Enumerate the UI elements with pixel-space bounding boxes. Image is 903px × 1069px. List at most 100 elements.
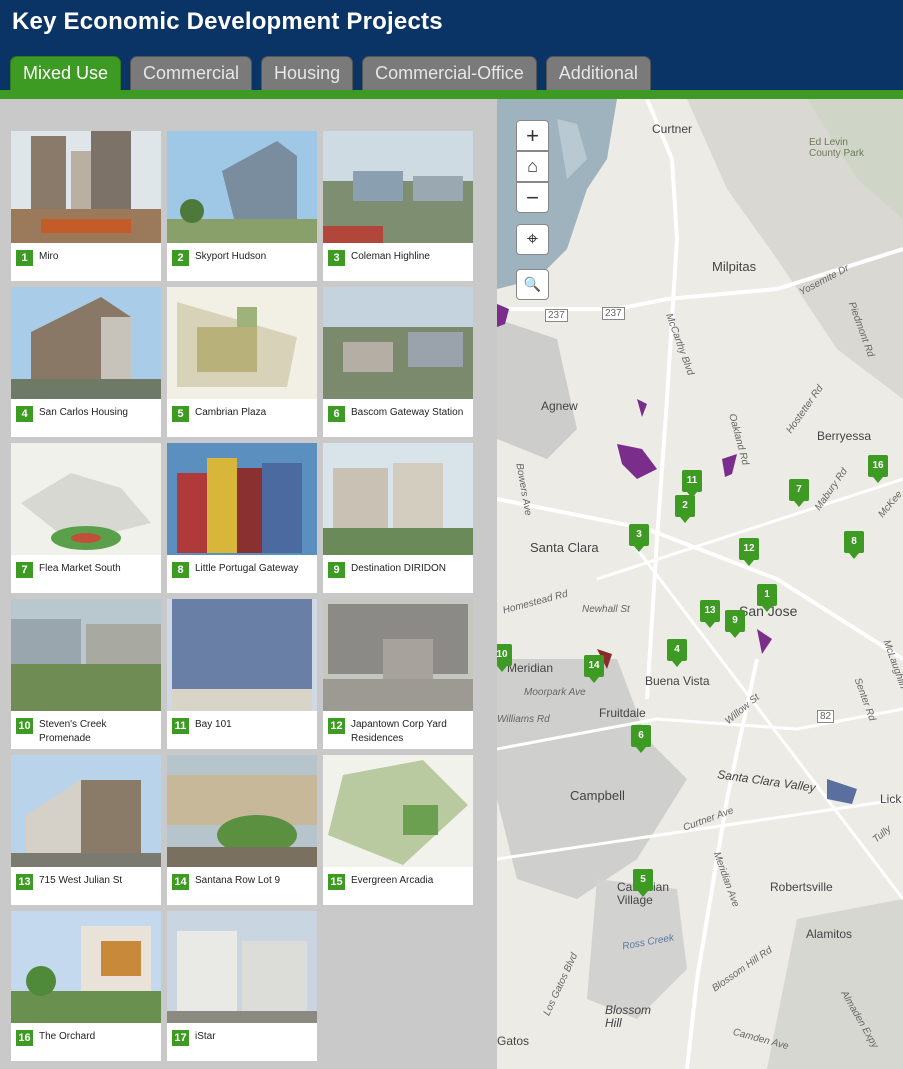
project-name: iStar: [195, 1031, 216, 1042]
highway-shield-237: 237: [602, 307, 625, 320]
road-williams-rd: Williams Rd: [497, 714, 550, 725]
project-image: [167, 755, 317, 867]
project-card-santana-row-lot-9[interactable]: 14 Santana Row Lot 9: [167, 755, 317, 905]
project-image: [323, 443, 473, 555]
map-label-berryessa: Berryessa: [817, 429, 872, 443]
project-name: Steven's Creek Promenade: [39, 719, 107, 744]
project-name: The Orchard: [39, 1031, 96, 1042]
page-title: Key Economic Development Projects: [12, 8, 443, 35]
project-name: Bay 101: [195, 719, 232, 730]
project-image: [323, 755, 473, 867]
map-pin-12[interactable]: 12: [739, 538, 759, 566]
project-gallery: 1 Miro 2 Skyport Hudson 3 Coleman Highli…: [0, 99, 497, 1069]
map-basemap: [497, 99, 903, 1069]
map-pin-14[interactable]: 14: [584, 655, 604, 683]
map-pin-4[interactable]: 4: [667, 639, 687, 667]
project-image: [11, 287, 161, 399]
map-pin-8[interactable]: 8: [844, 531, 864, 559]
category-tabs: Mixed Use Commercial Housing Commercial-…: [10, 56, 651, 90]
project-card-japantown-corp-yard-residences[interactable]: 12 Japantown Corp Yard Residences: [323, 599, 473, 749]
project-map[interactable]: Curtner Ed Levin County Park Milpitas Ag…: [497, 99, 903, 1069]
zoom-in-button[interactable]: +: [516, 120, 549, 151]
project-name: San Carlos Housing: [39, 407, 128, 418]
tab-commercial[interactable]: Commercial: [130, 56, 253, 90]
project-image: [167, 131, 317, 243]
map-label-robertsville: Robertsville: [770, 880, 833, 894]
road-newhall-st: Newhall St: [582, 604, 630, 615]
map-label-blossom-hill: Blossom Hill: [605, 1003, 652, 1030]
project-image: [11, 443, 161, 555]
project-name: 715 West Julian St: [39, 875, 123, 886]
project-image: [11, 131, 161, 243]
project-name: Santana Row Lot 9: [195, 875, 281, 886]
map-label-curtner: Curtner: [652, 122, 693, 136]
project-image: [323, 287, 473, 399]
map-label-campbell: Campbell: [570, 788, 625, 803]
map-label-lick: Lick: [880, 792, 902, 806]
project-card-little-portugal-gateway[interactable]: 8 Little Portugal Gateway: [167, 443, 317, 593]
project-image: [167, 287, 317, 399]
project-image: [11, 755, 161, 867]
project-card-san-carlos-housing[interactable]: 4 San Carlos Housing: [11, 287, 161, 437]
map-label-gatos: Gatos: [497, 1034, 530, 1048]
map-pin-5[interactable]: 5: [633, 869, 653, 897]
project-card-cambrian-plaza[interactable]: 5 Cambrian Plaza: [167, 287, 317, 437]
map-pin-2[interactable]: 2: [675, 495, 695, 523]
map-label-alamitos: Alamitos: [806, 927, 853, 941]
project-card-715-west-julian-st[interactable]: 13 715 West Julian St: [11, 755, 161, 905]
project-image: [11, 599, 161, 711]
project-image: [167, 911, 317, 1023]
tab-mixed-use[interactable]: Mixed Use: [10, 56, 122, 90]
tab-underline: [0, 90, 903, 99]
map-pin-6[interactable]: 6: [631, 725, 651, 753]
map-pin-1[interactable]: 1: [757, 584, 777, 612]
project-name: Bascom Gateway Station: [351, 407, 464, 418]
road-moorpark-ave: Moorpark Ave: [524, 687, 586, 698]
project-card-the-orchard[interactable]: 16 The Orchard: [11, 911, 161, 1061]
project-card-bascom-gateway-station[interactable]: 6 Bascom Gateway Station: [323, 287, 473, 437]
map-pin-16[interactable]: 16: [868, 455, 888, 483]
project-card-skyport-hudson[interactable]: 2 Skyport Hudson: [167, 131, 317, 281]
project-name: Destination DIRIDON: [351, 563, 447, 574]
map-label-milpitas: Milpitas: [712, 259, 757, 274]
project-name: Flea Market South: [39, 563, 121, 574]
highway-shield-237: 237: [545, 309, 568, 322]
project-image: [323, 131, 473, 243]
project-card-stevens-creek-promenade[interactable]: 10 Steven's Creek Promenade: [11, 599, 161, 749]
map-label-fruitdale: Fruitdale: [599, 706, 646, 720]
map-pin-3[interactable]: 3: [629, 524, 649, 552]
map-label-meridian: Meridian: [507, 661, 554, 675]
project-card-destination-diridon[interactable]: 9 Destination DIRIDON: [323, 443, 473, 593]
locate-button[interactable]: ⌖: [516, 224, 549, 255]
tab-commercial-office[interactable]: Commercial-Office: [362, 56, 537, 90]
zoom-out-button[interactable]: −: [516, 182, 549, 213]
project-name: Little Portugal Gateway: [195, 563, 299, 574]
map-label-santa-clara: Santa Clara: [530, 540, 599, 555]
project-card-istar[interactable]: 17 iStar: [167, 911, 317, 1061]
project-image: [323, 599, 473, 711]
search-button[interactable]: 🔍: [516, 269, 549, 300]
map-pin-7[interactable]: 7: [789, 479, 809, 507]
project-image: [11, 911, 161, 1023]
map-pin-9[interactable]: 9: [725, 610, 745, 638]
project-name: Cambrian Plaza: [195, 407, 267, 418]
project-name: Miro: [39, 251, 59, 262]
project-name: Evergreen Arcadia: [351, 875, 434, 886]
project-card-miro[interactable]: 1 Miro: [11, 131, 161, 281]
home-button[interactable]: ⌂: [516, 151, 549, 182]
project-card-evergreen-arcadia[interactable]: 15 Evergreen Arcadia: [323, 755, 473, 905]
project-card-bay-101[interactable]: 11 Bay 101: [167, 599, 317, 749]
tab-housing[interactable]: Housing: [261, 56, 354, 90]
map-pin-13[interactable]: 13: [700, 600, 720, 628]
map-pin-10[interactable]: 10: [497, 644, 512, 672]
map-pin-11[interactable]: 11: [682, 470, 702, 498]
map-label-buena-vista: Buena Vista: [645, 674, 710, 688]
project-card-coleman-highline[interactable]: 3 Coleman Highline: [323, 131, 473, 281]
project-image: [167, 443, 317, 555]
tab-additional[interactable]: Additional: [545, 56, 651, 90]
project-name: Skyport Hudson: [195, 251, 267, 262]
header-bar: Key Economic Development Projects Mixed …: [0, 0, 903, 92]
project-name: Coleman Highline: [351, 251, 430, 262]
project-card-flea-market-south[interactable]: 7 Flea Market South: [11, 443, 161, 593]
project-image: [167, 599, 317, 711]
